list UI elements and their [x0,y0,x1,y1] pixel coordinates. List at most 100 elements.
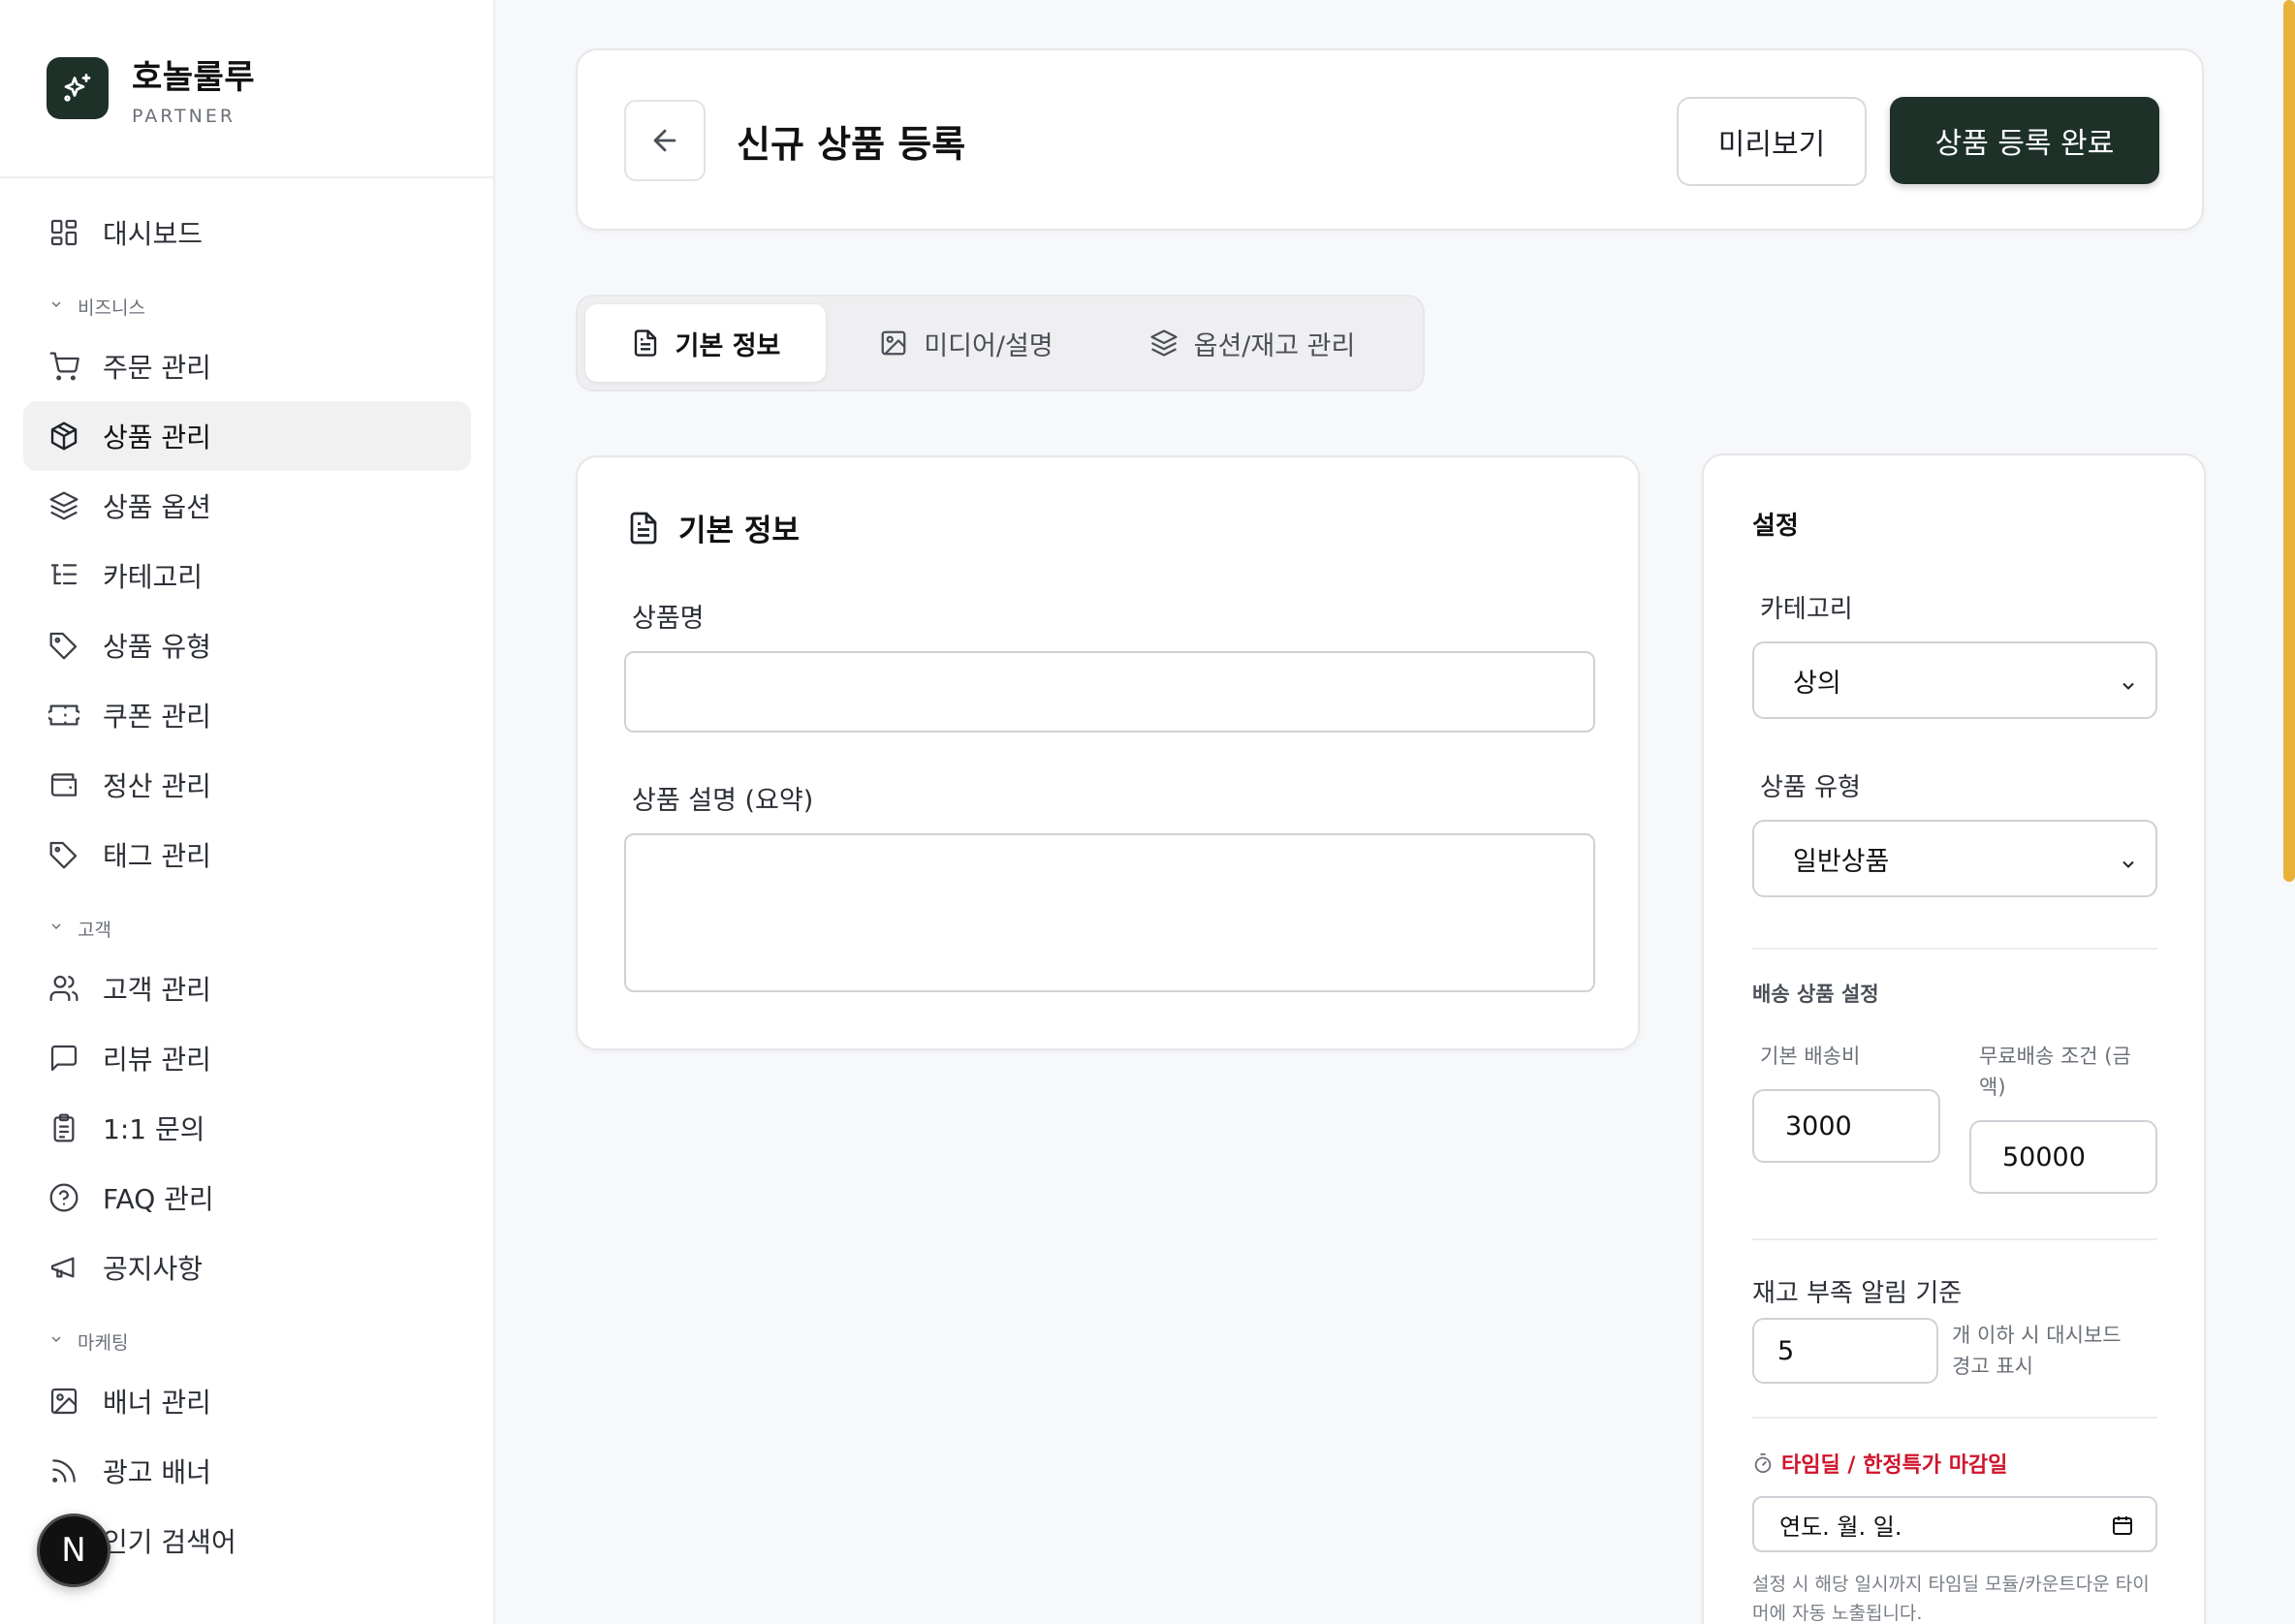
tab-media[interactable]: 미디어/설명 [826,304,1107,382]
sidebar-item-notices[interactable]: 공지사항 [23,1233,471,1302]
submit-product-button[interactable]: 상품 등록 완료 [1890,97,2159,184]
base-fee-input[interactable]: 3000 [1752,1089,1940,1163]
calendar-icon[interactable] [2111,1514,2134,1543]
sidebar-item-products[interactable]: 상품 관리 [23,401,471,471]
tag-icon [47,837,81,872]
product-type-value: 일반상품 [1793,846,1890,877]
sidebar-item-label: 쿠폰 관리 [103,701,211,733]
sidebar-item-label: 상품 관리 [103,422,211,453]
sidebar-item-category[interactable]: 카테고리 [23,541,471,610]
sidebar-item-ad-banners[interactable]: 광고 배너 [23,1436,471,1506]
back-button[interactable] [624,100,706,181]
free-shipping-input[interactable]: 50000 [1969,1120,2157,1194]
category-select[interactable]: 상의 [1752,641,2157,719]
product-name-input[interactable] [624,651,1595,733]
chevron-down-icon [48,1330,64,1352]
page-header: 신규 상품 등록 미리보기 상품 등록 완료 [576,48,2204,231]
timedeal-note-line2: 머에 자동 노출됩니다. [1752,1603,1923,1624]
sidebar-item-orders[interactable]: 주문 관리 [23,331,471,401]
ticket-icon [47,698,81,733]
file-text-icon [631,328,660,358]
megaphone-icon [47,1250,81,1285]
image-icon [47,1384,81,1419]
tag-icon [47,628,81,663]
stock-alert-help-line1: 개 이하 시 대시보드 [1952,1324,2122,1347]
sidebar-item-dashboard[interactable]: 대시보드 [23,198,471,267]
tab-label: 기본 정보 [675,330,781,361]
nextjs-dev-badge[interactable]: N [37,1514,110,1587]
sidebar-item-inquiry[interactable]: 1:1 문의 [23,1093,471,1163]
sidebar: 호놀룰루 PARTNER 대시보드 비즈니스 주문 관리 상품 관리 상품 옵션… [0,0,495,1624]
package-icon [47,419,81,453]
product-summary-textarea[interactable] [624,833,1595,992]
tab-bar: 기본 정보 미디어/설명 옵션/재고 관리 [576,295,1425,391]
shipping-section-title: 배송 상품 설정 [1752,983,1879,1006]
stock-alert-input[interactable]: 5 [1752,1318,1938,1384]
sidebar-item-label: 카테고리 [103,561,204,593]
card-title: 기본 정보 [678,514,800,548]
tab-basic-info[interactable]: 기본 정보 [585,304,826,382]
product-type-select[interactable]: 일반상품 [1752,820,2157,897]
settings-title: 설정 [1752,512,1799,541]
product-type-label: 상품 유형 [1760,773,1861,802]
basic-info-heading: 기본 정보 [626,506,800,549]
message-square-icon [47,1041,81,1076]
chevron-down-icon [48,918,64,939]
sidebar-item-banners[interactable]: 배너 관리 [23,1366,471,1436]
sidebar-item-faq[interactable]: FAQ 관리 [23,1163,471,1233]
sidebar-item-label: 인기 검색어 [103,1526,236,1558]
sidebar-item-label: 대시보드 [103,218,204,250]
sidebar-item-label: 주문 관리 [103,352,211,384]
sidebar-item-label: 광고 배너 [103,1456,211,1488]
free-shipping-label-line2: 액) [1979,1076,2006,1099]
sidebar-item-label: 배너 관리 [103,1387,211,1419]
section-label: 고객 [78,919,111,941]
sidebar-item-product-options[interactable]: 상품 옵션 [23,471,471,541]
chevron-down-icon [2119,851,2138,881]
scrollbar[interactable] [2283,0,2295,882]
stopwatch-icon [1752,1452,1774,1474]
sidebar-item-label: 1:1 문의 [103,1113,205,1145]
sidebar-item-label: 상품 유형 [103,631,211,663]
stock-alert-help-line2: 경고 표시 [1952,1355,2033,1378]
divider [1752,1238,2157,1240]
tab-label: 미디어/설명 [924,330,1053,361]
layers-icon [1149,328,1179,358]
wallet-icon [47,767,81,802]
sidebar-item-customers[interactable]: 고객 관리 [23,953,471,1023]
settings-card: 설정 카테고리 상의 상품 유형 일반상품 배송 상품 설정 기본 배송비 무료… [1702,453,2206,1624]
sidebar-item-product-type[interactable]: 상품 유형 [23,610,471,680]
brand-header[interactable]: 호놀룰루 PARTNER [0,0,493,178]
cart-icon [47,349,81,384]
timedeal-note-line1: 설정 시 해당 일시까지 타임딜 모듈/카운트다운 타이 [1752,1574,2150,1595]
sparkle-logo-icon [47,57,109,119]
sidebar-item-label: 공지사항 [103,1253,204,1285]
deadline-date-input[interactable]: 연도. 월. 일. [1752,1496,2157,1552]
section-marketing[interactable]: 마케팅 [23,1322,471,1360]
preview-button[interactable]: 미리보기 [1677,97,1867,186]
sidebar-item-settlement[interactable]: 정산 관리 [23,750,471,820]
free-shipping-label: 무료배송 조건 (금 액) [1979,1041,2131,1103]
rss-icon [47,1453,81,1488]
basic-info-card: 기본 정보 상품명 상품 설명 (요약) [576,455,1640,1050]
category-value: 상의 [1793,668,1841,699]
section-customer[interactable]: 고객 [23,909,471,948]
users-icon [47,971,81,1006]
chevron-down-icon [2119,672,2138,703]
product-summary-label: 상품 설명 (요약) [632,786,814,816]
timedeal-note: 설정 시 해당 일시까지 타임딜 모듈/카운트다운 타이 머에 자동 노출됩니다… [1752,1570,2169,1624]
brand-subtitle: PARTNER [132,105,236,127]
category-label: 카테고리 [1760,595,1853,624]
section-business[interactable]: 비즈니스 [23,287,471,326]
date-placeholder: 연도. 월. 일. [1779,1513,1902,1541]
section-label: 비즈니스 [78,297,145,319]
timedeal-title: 타임딜 / 한정특가 마감일 [1752,1448,2007,1479]
product-name-label: 상품명 [632,604,705,634]
sidebar-item-tags[interactable]: 태그 관리 [23,820,471,890]
tab-options-stock[interactable]: 옵션/재고 관리 [1107,304,1398,382]
page-title: 신규 상품 등록 [737,123,966,166]
list-tree-icon [47,558,81,593]
sidebar-item-reviews[interactable]: 리뷰 관리 [23,1023,471,1093]
layers-icon [47,488,81,523]
sidebar-item-coupons[interactable]: 쿠폰 관리 [23,680,471,750]
